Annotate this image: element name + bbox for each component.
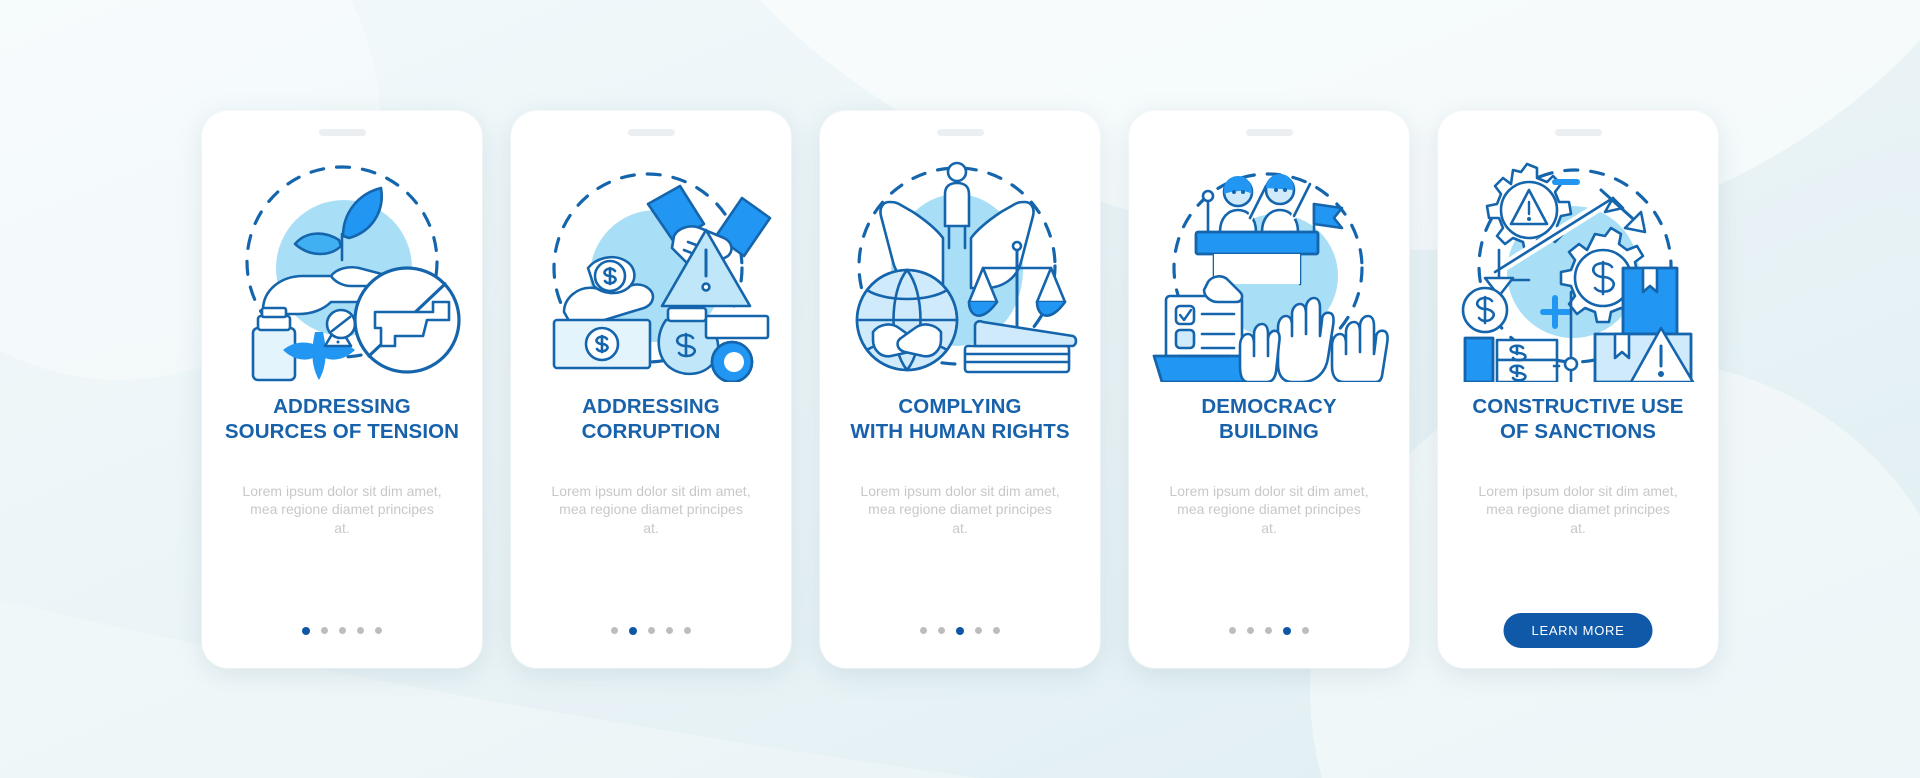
screen-title-line1: ADDRESSING bbox=[273, 394, 411, 418]
pagination-dots[interactable] bbox=[820, 626, 1100, 635]
screen-title: ADDRESSING CORRUPTION bbox=[572, 394, 731, 444]
pagination-dot-4[interactable] bbox=[1283, 626, 1291, 635]
screen-description: Lorem ipsum dolor sit dim amet, mea regi… bbox=[551, 482, 751, 536]
pagination-dot-3[interactable] bbox=[648, 627, 655, 634]
screen-description: Lorem ipsum dolor sit dim amet, mea regi… bbox=[242, 482, 442, 536]
handshake-bribe-money-warning-icon bbox=[552, 171, 772, 382]
onboarding-screen-addressing-corruption[interactable]: ADDRESSING CORRUPTION Lorem ipsum dolor … bbox=[511, 110, 791, 668]
pagination-dot-4[interactable] bbox=[666, 627, 673, 634]
screen-title-line2: CORRUPTION bbox=[581, 419, 721, 443]
pagination-dot-1[interactable] bbox=[611, 627, 618, 634]
screen-description: Lorem ipsum dolor sit dim amet, mea regi… bbox=[1169, 482, 1369, 536]
pagination-dot-2[interactable] bbox=[938, 627, 945, 634]
screen-description: Lorem ipsum dolor sit dim amet, mea regi… bbox=[1478, 482, 1678, 536]
screen-title-line1: CONSTRUCTIVE USE bbox=[1472, 394, 1684, 418]
pagination-dot-1[interactable] bbox=[920, 627, 927, 634]
pagination-dot-5[interactable] bbox=[993, 627, 1000, 634]
screen-description: Lorem ipsum dolor sit dim amet, mea regi… bbox=[860, 482, 1060, 536]
screen-title: DEMOCRACY BUILDING bbox=[1191, 394, 1346, 444]
screen-title-line1: DEMOCRACY bbox=[1201, 394, 1337, 418]
pagination-dots[interactable] bbox=[202, 626, 482, 635]
learn-more-button[interactable]: LEARN MORE bbox=[1503, 612, 1653, 648]
onboarding-screen-democracy-building[interactable]: DEMOCRACY BUILDING Lorem ipsum dolor sit… bbox=[1129, 110, 1409, 668]
pagination-dot-3[interactable] bbox=[956, 626, 964, 635]
pagination-dot-4[interactable] bbox=[975, 627, 982, 634]
gears-arrows-money-cargo-boxes-icon bbox=[1461, 162, 1695, 382]
onboarding-screen-constructive-use-of-sanctions[interactable]: CONSTRUCTIVE USE OF SANCTIONS Lorem ipsu… bbox=[1438, 110, 1718, 668]
phone-speaker-notch bbox=[627, 128, 675, 136]
phone-speaker-notch bbox=[1245, 128, 1293, 136]
pagination-dot-4[interactable] bbox=[357, 627, 364, 634]
onboarding-screen-addressing-sources-of-tension[interactable]: ADDRESSING SOURCES OF TENSION Lorem ipsu… bbox=[202, 110, 482, 668]
onboarding-screen-complying-with-human-rights[interactable]: COMPLYING WITH HUMAN RIGHTS Lorem ipsum … bbox=[820, 110, 1100, 668]
pagination-dot-5[interactable] bbox=[684, 627, 691, 634]
pagination-dot-5[interactable] bbox=[375, 627, 382, 634]
pagination-dots[interactable] bbox=[511, 626, 791, 635]
screen-title-line1: COMPLYING bbox=[898, 394, 1022, 418]
pagination-dot-2[interactable] bbox=[321, 627, 328, 634]
onboarding-screens-row: ADDRESSING SOURCES OF TENSION Lorem ipsu… bbox=[0, 0, 1920, 778]
phone-speaker-notch bbox=[318, 128, 366, 136]
screen-title-line2: WITH HUMAN RIGHTS bbox=[850, 419, 1070, 443]
pagination-dot-1[interactable] bbox=[1229, 627, 1236, 634]
screen-title: CONSTRUCTIVE USE OF SANCTIONS bbox=[1462, 394, 1693, 444]
screen-title-line1: ADDRESSING bbox=[582, 394, 720, 418]
pagination-dot-3[interactable] bbox=[1265, 627, 1272, 634]
hands-person-globe-scales-law-book-icon bbox=[855, 161, 1078, 373]
pagination-dot-2[interactable] bbox=[629, 626, 637, 635]
phone-speaker-notch bbox=[936, 128, 984, 136]
hand-plant-drugs-weapon-ban-icon bbox=[245, 164, 461, 381]
screen-title: COMPLYING WITH HUMAN RIGHTS bbox=[840, 394, 1079, 444]
podium-ballot-box-raised-hands-icon bbox=[1152, 171, 1389, 382]
pagination-dot-2[interactable] bbox=[1247, 627, 1254, 634]
screen-title: ADDRESSING SOURCES OF TENSION bbox=[215, 394, 469, 444]
pagination-dot-5[interactable] bbox=[1302, 627, 1309, 634]
screen-title-line2: OF SANCTIONS bbox=[1499, 419, 1657, 443]
screen-title-line2: SOURCES OF TENSION bbox=[224, 419, 460, 443]
pagination-dots[interactable] bbox=[1129, 626, 1409, 635]
phone-speaker-notch bbox=[1554, 128, 1602, 136]
screen-title-line2: BUILDING bbox=[1219, 419, 1319, 443]
pagination-dot-1[interactable] bbox=[302, 626, 310, 635]
pagination-dot-3[interactable] bbox=[339, 627, 346, 634]
